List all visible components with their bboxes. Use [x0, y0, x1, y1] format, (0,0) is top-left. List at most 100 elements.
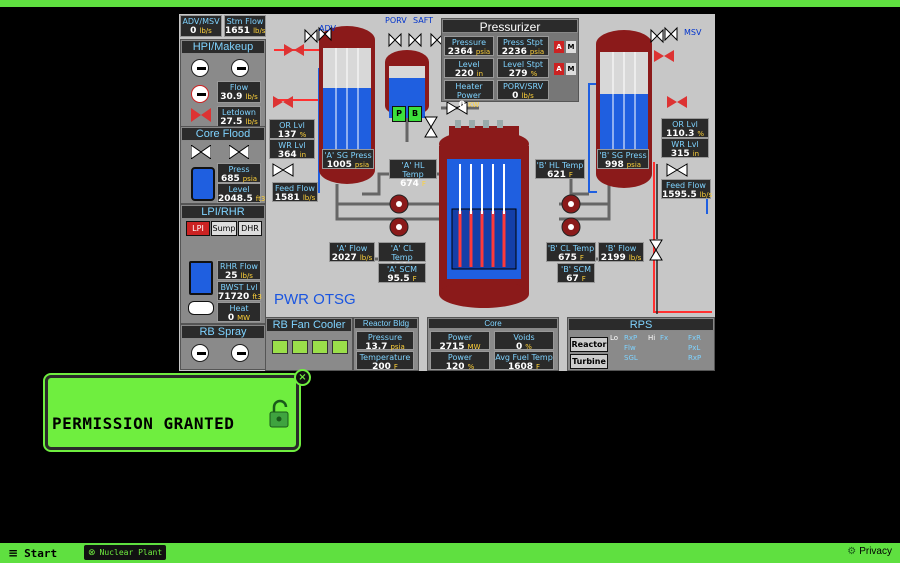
- b-hl-temp-readout: 'B' HL Temp 621 F: [535, 159, 585, 180]
- pzr-level-stpt-readout: Level Stpt 279%: [497, 58, 549, 79]
- sump-button[interactable]: Sump: [211, 221, 237, 236]
- taskbar-app-nuclear-plant[interactable]: ⊗ Nuclear Plant: [84, 545, 167, 560]
- avg-fuel-readout: Avg Fuel Temp 1608 F: [494, 351, 554, 372]
- cf-level-label: Level: [228, 185, 250, 194]
- rhr-flow-unit: lb/s: [240, 272, 253, 280]
- bwst-label: BWST Lvl: [220, 283, 258, 292]
- a-or-lvl-label: OR Lvl: [279, 121, 305, 130]
- fan-cooler-4-button[interactable]: [332, 340, 348, 354]
- core-power-mw-unit: MW: [467, 343, 481, 351]
- reactor-vessel: [439, 130, 529, 308]
- core-title: Core: [428, 318, 558, 329]
- b-or-lvl-label: OR Lvl: [672, 120, 698, 129]
- heater-power-value: 0: [458, 100, 465, 110]
- pzr-press-stpt-unit: psia: [529, 48, 545, 56]
- b-wr-lvl-readout: WR Lvl 315 in: [661, 138, 709, 159]
- adv-msv-label: ADV/MSV: [182, 17, 220, 26]
- porv-srv-label: PORV/SRV: [502, 82, 544, 91]
- b-cl-temp-unit: F: [579, 254, 584, 262]
- fan-cooler-1-button[interactable]: [272, 340, 288, 354]
- core-flood-valve-a-icon[interactable]: [191, 145, 211, 159]
- makeup-pump-button[interactable]: [191, 85, 209, 103]
- rps-hi-label: Hi: [648, 334, 656, 342]
- a-scm-value: 95.5: [387, 274, 410, 284]
- rb-spray-b-button[interactable]: [231, 344, 249, 362]
- reactor-bldg-panel: Reactor Bldg Pressure 13.7 psia Temperatu…: [353, 317, 419, 372]
- pressurizer-b-button[interactable]: B: [408, 106, 422, 122]
- pressurizer-panel: Pressurizer Pressure 2364 psia Press Stpt…: [441, 18, 579, 110]
- fan-cooler-3-button[interactable]: [312, 340, 328, 354]
- cf-level-value: 2048.5: [218, 194, 253, 204]
- level-auto-button[interactable]: A: [554, 63, 564, 75]
- porv-label: PORV: [385, 16, 407, 25]
- privacy-link[interactable]: ⚙ Privacy: [847, 546, 892, 557]
- lpi-button[interactable]: LPI: [186, 221, 210, 236]
- level-manual-button[interactable]: M: [566, 63, 576, 75]
- b-scm-value: 67: [566, 274, 579, 284]
- a-hl-temp-value: 674: [400, 179, 419, 189]
- rps-pxl-label: PxL: [688, 344, 701, 352]
- dhr-button[interactable]: DHR: [238, 221, 262, 236]
- pzr-level-label: Level: [458, 60, 480, 69]
- reactor-trip-button[interactable]: Reactor: [570, 337, 608, 352]
- rps-lo-label: Lo: [610, 334, 619, 342]
- core-flood-valve-b-icon[interactable]: [229, 145, 249, 159]
- pzr-level-readout: Level 220 in: [444, 58, 494, 79]
- reactor-bldg-title: Reactor Bldg: [354, 318, 418, 329]
- hpi-flow-unit: lb/s: [245, 93, 258, 101]
- core-power-pct-unit: %: [467, 363, 475, 371]
- lpi-panel: LPI/RHR LPI Sump DHR RHR Flow 25 lb/s BWS…: [180, 204, 266, 324]
- press-manual-button[interactable]: M: [566, 41, 576, 53]
- pzr-level-value: 220: [454, 69, 474, 79]
- pzr-level-unit: in: [476, 70, 484, 78]
- heater-power-label: Heater Power: [455, 82, 483, 100]
- voids-label: Voids: [513, 333, 535, 342]
- press-auto-button[interactable]: A: [554, 41, 564, 53]
- close-icon[interactable]: ×: [294, 369, 311, 386]
- msv-label: MSV: [684, 28, 702, 37]
- b-sg-press-label: 'B' SG Press: [599, 151, 647, 160]
- b-cl-temp-value: 675: [558, 253, 577, 263]
- app-icon: ⊗: [88, 547, 96, 558]
- b-hl-temp-unit: F: [568, 171, 573, 179]
- hpi-flow-label: Flow: [229, 83, 249, 92]
- a-flow-unit: lb/s: [359, 254, 373, 262]
- letdown-valve-icon[interactable]: [191, 108, 211, 122]
- a-cl-temp-label: 'A' CL Temp: [390, 244, 414, 262]
- turbine-trip-button[interactable]: Turbine: [570, 354, 608, 369]
- pressurizer-title: Pressurizer: [442, 19, 578, 34]
- core-power-mw-readout: Power 2715 MW: [430, 331, 490, 352]
- hpi-pump-a-button[interactable]: [191, 59, 209, 77]
- b-scm-label: 'B' SCM: [561, 265, 591, 274]
- a-wr-lvl-label: WR Lvl: [278, 141, 306, 150]
- rb-spray-a-button[interactable]: [191, 344, 209, 362]
- pzr-pressure-label: Pressure: [451, 38, 487, 47]
- hpi-pump-b-button[interactable]: [231, 59, 249, 77]
- pzr-press-stpt-label: Press Stpt: [502, 38, 544, 47]
- stm-flow-unit: lb/s: [253, 27, 266, 35]
- core-panel: Core Power 2715 MW Voids 0% Power 120% Av…: [427, 317, 559, 372]
- rps-sgl-label: SGL: [624, 354, 638, 362]
- unlock-icon: [269, 399, 289, 428]
- heat-unit: MW: [237, 314, 251, 322]
- a-sg-press-unit: psia: [354, 161, 370, 169]
- start-label: Start: [24, 546, 58, 560]
- avg-fuel-value: 1608: [507, 362, 534, 372]
- rb-fan-title: RB Fan Cooler: [266, 318, 352, 332]
- pzr-level-stpt-unit: %: [530, 70, 538, 78]
- rb-pressure-readout: Pressure 13.7 psia: [356, 331, 414, 352]
- porv-srv-readout: PORV/SRV 0 lb/s: [497, 80, 549, 101]
- rb-temp-label: Temperature: [359, 353, 411, 362]
- porv-srv-unit: lb/s: [521, 92, 534, 100]
- b-wr-lvl-unit: in: [692, 150, 700, 158]
- stm-flow-label: Stm Flow: [226, 17, 264, 26]
- cf-level-unit: ft3: [255, 195, 266, 203]
- b-hl-temp-value: 621: [547, 170, 566, 180]
- fan-cooler-2-button[interactable]: [292, 340, 308, 354]
- pzr-pressure-unit: psia: [475, 48, 491, 56]
- pressurizer-p-button[interactable]: P: [392, 106, 406, 122]
- b-flow-readout: 'B' Flow 2199 lb/s: [598, 242, 644, 263]
- start-button[interactable]: ≡ Start: [8, 544, 57, 562]
- rps-fx-label: Fx: [660, 334, 669, 342]
- letdown-readout: Letdown 27.5 lb/s: [217, 106, 261, 128]
